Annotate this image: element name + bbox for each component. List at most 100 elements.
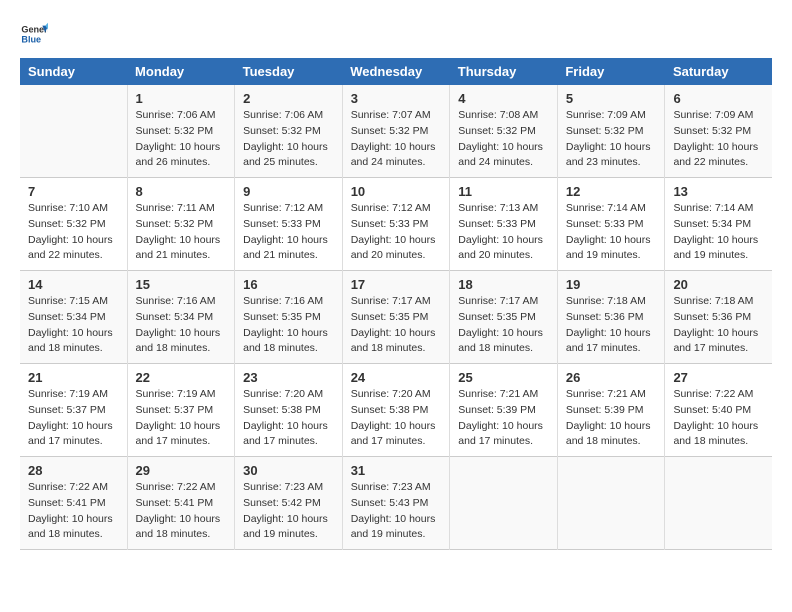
day-number: 4 [458,91,549,106]
calendar-cell: 20 Sunrise: 7:18 AMSunset: 5:36 PMDayligh… [665,271,772,364]
calendar-cell: 8 Sunrise: 7:11 AMSunset: 5:32 PMDaylight… [127,178,235,271]
calendar-cell: 12 Sunrise: 7:14 AMSunset: 5:33 PMDayligh… [557,178,665,271]
calendar-week-row: 14 Sunrise: 7:15 AMSunset: 5:34 PMDayligh… [20,271,772,364]
calendar-cell: 6Sunrise: 7:09 AMSunset: 5:32 PMDaylight… [665,85,772,178]
day-number: 10 [351,184,442,199]
day-number: 16 [243,277,334,292]
day-number: 12 [566,184,657,199]
day-info: Sunrise: 7:14 AMSunset: 5:34 PMDaylight:… [673,201,764,264]
day-info: Sunrise: 7:21 AMSunset: 5:39 PMDaylight:… [566,387,657,450]
day-number: 17 [351,277,442,292]
calendar-cell: 26 Sunrise: 7:21 AMSunset: 5:39 PMDayligh… [557,364,665,457]
day-number: 23 [243,370,334,385]
day-info: Sunrise: 7:06 AMSunset: 5:32 PMDaylight:… [243,108,334,171]
calendar-cell: 27Sunrise: 7:22 AMSunset: 5:40 PMDayligh… [665,364,772,457]
day-number: 26 [566,370,657,385]
calendar-cell: 16 Sunrise: 7:16 AMSunset: 5:35 PMDayligh… [235,271,343,364]
calendar-cell: 2 Sunrise: 7:06 AMSunset: 5:32 PMDaylight… [235,85,343,178]
day-number: 14 [28,277,119,292]
calendar-cell: 28Sunrise: 7:22 AMSunset: 5:41 PMDayligh… [20,457,127,550]
calendar-cell [20,85,127,178]
day-info: Sunrise: 7:23 AMSunset: 5:42 PMDaylight:… [243,480,334,543]
day-info: Sunrise: 7:11 AMSunset: 5:32 PMDaylight:… [136,201,227,264]
day-number: 20 [673,277,764,292]
day-number: 2 [243,91,334,106]
calendar-cell: 18Sunrise: 7:17 AMSunset: 5:35 PMDayligh… [450,271,558,364]
weekday-header-monday: Monday [127,58,235,85]
day-info: Sunrise: 7:07 AMSunset: 5:32 PMDaylight:… [351,108,442,171]
day-info: Sunrise: 7:19 AMSunset: 5:37 PMDaylight:… [136,387,227,450]
calendar-cell: 30 Sunrise: 7:23 AMSunset: 5:42 PMDayligh… [235,457,343,550]
calendar-cell: 24 Sunrise: 7:20 AMSunset: 5:38 PMDayligh… [342,364,450,457]
day-number: 18 [458,277,549,292]
day-info: Sunrise: 7:21 AMSunset: 5:39 PMDaylight:… [458,387,549,450]
calendar-cell [557,457,665,550]
day-info: Sunrise: 7:10 AMSunset: 5:32 PMDaylight:… [28,201,119,264]
weekday-header-saturday: Saturday [665,58,772,85]
calendar-cell: 31Sunrise: 7:23 AMSunset: 5:43 PMDayligh… [342,457,450,550]
calendar-cell: 21Sunrise: 7:19 AMSunset: 5:37 PMDayligh… [20,364,127,457]
day-number: 30 [243,463,334,478]
logo-icon: General Blue [20,20,48,48]
day-info: Sunrise: 7:22 AMSunset: 5:41 PMDaylight:… [136,480,227,543]
day-number: 3 [351,91,442,106]
calendar-week-row: 7 Sunrise: 7:10 AMSunset: 5:32 PMDaylight… [20,178,772,271]
logo: General Blue [20,20,48,48]
calendar-cell: 11 Sunrise: 7:13 AMSunset: 5:33 PMDayligh… [450,178,558,271]
day-number: 13 [673,184,764,199]
calendar-cell: 23 Sunrise: 7:20 AMSunset: 5:38 PMDayligh… [235,364,343,457]
weekday-header-row: SundayMondayTuesdayWednesdayThursdayFrid… [20,58,772,85]
calendar-cell [665,457,772,550]
day-info: Sunrise: 7:20 AMSunset: 5:38 PMDaylight:… [243,387,334,450]
day-info: Sunrise: 7:09 AMSunset: 5:32 PMDaylight:… [566,108,657,171]
day-info: Sunrise: 7:16 AMSunset: 5:34 PMDaylight:… [136,294,227,357]
day-number: 6 [673,91,764,106]
day-info: Sunrise: 7:12 AMSunset: 5:33 PMDaylight:… [243,201,334,264]
day-number: 15 [136,277,227,292]
day-number: 8 [136,184,227,199]
calendar-cell: 25 Sunrise: 7:21 AMSunset: 5:39 PMDayligh… [450,364,558,457]
calendar-week-row: 28 Sunrise: 7:22 AMSunset: 5:41 PMDayligh… [20,457,772,550]
calendar-cell: 10Sunrise: 7:12 AMSunset: 5:33 PMDayligh… [342,178,450,271]
day-number: 1 [136,91,227,106]
day-info: Sunrise: 7:17 AMSunset: 5:35 PMDaylight:… [351,294,442,357]
calendar-cell: 9 Sunrise: 7:12 AMSunset: 5:33 PMDaylight… [235,178,343,271]
day-number: 27 [673,370,764,385]
calendar-cell: 17 Sunrise: 7:17 AMSunset: 5:35 PMDayligh… [342,271,450,364]
day-info: Sunrise: 7:15 AMSunset: 5:34 PMDaylight:… [28,294,119,357]
day-number: 22 [136,370,227,385]
day-info: Sunrise: 7:16 AMSunset: 5:35 PMDaylight:… [243,294,334,357]
weekday-header-tuesday: Tuesday [235,58,343,85]
weekday-header-friday: Friday [557,58,665,85]
day-number: 25 [458,370,549,385]
calendar-cell: 4 Sunrise: 7:08 AMSunset: 5:32 PMDaylight… [450,85,558,178]
calendar-cell: 3 Sunrise: 7:07 AMSunset: 5:32 PMDaylight… [342,85,450,178]
weekday-header-sunday: Sunday [20,58,127,85]
day-info: Sunrise: 7:14 AMSunset: 5:33 PMDaylight:… [566,201,657,264]
day-info: Sunrise: 7:13 AMSunset: 5:33 PMDaylight:… [458,201,549,264]
day-number: 21 [28,370,119,385]
day-info: Sunrise: 7:20 AMSunset: 5:38 PMDaylight:… [351,387,442,450]
day-info: Sunrise: 7:18 AMSunset: 5:36 PMDaylight:… [566,294,657,357]
calendar-cell: 15 Sunrise: 7:16 AMSunset: 5:34 PMDayligh… [127,271,235,364]
weekday-header-thursday: Thursday [450,58,558,85]
calendar-week-row: 21 Sunrise: 7:19 AMSunset: 5:37 PMDayligh… [20,364,772,457]
svg-text:Blue: Blue [21,34,41,44]
day-info: Sunrise: 7:18 AMSunset: 5:36 PMDaylight:… [673,294,764,357]
calendar-table: SundayMondayTuesdayWednesdayThursdayFrid… [20,58,772,550]
day-info: Sunrise: 7:08 AMSunset: 5:32 PMDaylight:… [458,108,549,171]
day-number: 24 [351,370,442,385]
day-number: 11 [458,184,549,199]
day-number: 29 [136,463,227,478]
day-number: 7 [28,184,119,199]
day-number: 9 [243,184,334,199]
day-number: 28 [28,463,119,478]
day-number: 31 [351,463,442,478]
calendar-cell: 22 Sunrise: 7:19 AMSunset: 5:37 PMDayligh… [127,364,235,457]
calendar-cell: 14 Sunrise: 7:15 AMSunset: 5:34 PMDayligh… [20,271,127,364]
calendar-cell [450,457,558,550]
calendar-week-row: 1 Sunrise: 7:06 AMSunset: 5:32 PMDaylight… [20,85,772,178]
calendar-cell: 5Sunrise: 7:09 AMSunset: 5:32 PMDaylight… [557,85,665,178]
calendar-cell: 29 Sunrise: 7:22 AMSunset: 5:41 PMDayligh… [127,457,235,550]
calendar-cell: 1Sunrise: 7:06 AMSunset: 5:32 PMDaylight… [127,85,235,178]
